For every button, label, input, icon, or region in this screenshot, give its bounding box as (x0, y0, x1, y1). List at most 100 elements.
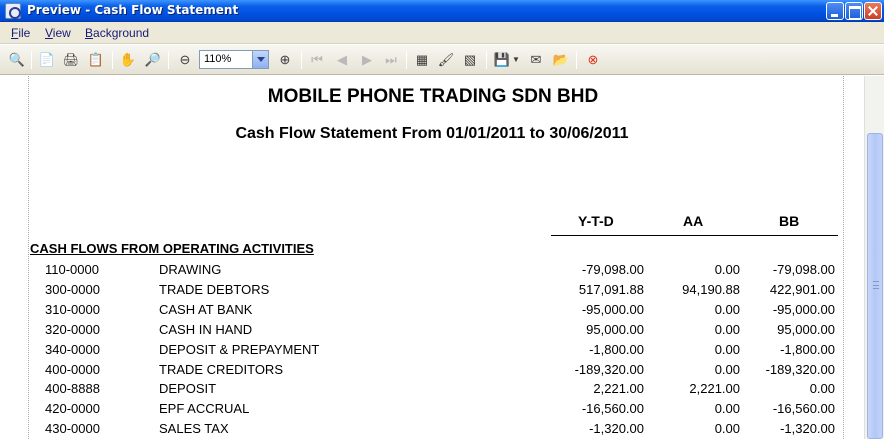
aa-value: 0.00 (714, 401, 740, 416)
bb-value: -1,320.00 (780, 421, 835, 436)
account-description: CASH AT BANK (159, 302, 253, 317)
table-row: 430-0000 SALES TAX -1,320.00 0.00 -1,320… (0, 421, 864, 439)
bb-value: -79,098.00 (772, 262, 835, 277)
bb-value: -16,560.00 (772, 401, 835, 416)
ytd-value: -16,560.00 (581, 401, 644, 416)
table-row: 300-0000 TRADE DEBTORS 517,091.88 94,190… (0, 282, 864, 302)
search-icon[interactable]: 🔍 (9, 52, 25, 68)
bb-value: -1,800.00 (780, 342, 835, 357)
bb-value: -189,320.00 (765, 362, 835, 377)
account-code: 400-0000 (45, 362, 100, 377)
previous-page-icon[interactable]: ◀ (334, 52, 350, 68)
last-page-icon[interactable]: ⏭ (383, 52, 399, 68)
aa-value: 0.00 (714, 262, 740, 277)
export-icon[interactable]: 💾 (494, 52, 510, 68)
toolbar-separator (31, 51, 32, 69)
account-description: DEPOSIT & PREPAYMENT (159, 342, 320, 357)
menu-view[interactable]: View (45, 26, 71, 40)
aa-value: 2,221.00 (689, 381, 740, 396)
aa-value: 0.00 (714, 322, 740, 337)
hand-tool-icon[interactable]: ✋ (120, 52, 136, 68)
background-icon[interactable]: ▧ (462, 52, 478, 68)
ytd-value: 517,091.88 (578, 282, 644, 297)
account-code: 400-8888 (45, 381, 100, 396)
aa-value: 0.00 (714, 342, 740, 357)
open-icon[interactable]: 📂 (553, 52, 569, 68)
scrollbar-grip-icon (873, 281, 879, 289)
column-header-aa: AA (683, 213, 704, 229)
account-code: 430-0000 (45, 421, 100, 436)
first-page-icon[interactable]: ⏮ (309, 52, 325, 68)
title-bar: Preview - Cash Flow Statement (0, 0, 884, 22)
print-setup-icon[interactable]: 📋 (88, 52, 104, 68)
chevron-down-icon[interactable]: ▼ (512, 52, 520, 68)
toolbar-separator (168, 51, 169, 69)
account-description: SALES TAX (159, 421, 229, 436)
zoom-value: 110% (204, 53, 232, 65)
account-code: 340-0000 (45, 342, 100, 357)
account-description: CASH IN HAND (159, 322, 253, 337)
account-code: 110-0000 (45, 262, 99, 277)
aa-value: 0.00 (714, 421, 740, 436)
bb-value: -95,000.00 (772, 302, 835, 317)
window-title: Preview - Cash Flow Statement (27, 3, 239, 17)
chevron-down-icon[interactable] (252, 51, 268, 68)
close-button[interactable] (864, 2, 882, 20)
ytd-value: -189,320.00 (574, 362, 644, 377)
app-icon (5, 3, 21, 19)
page-layout-icon[interactable]: ▦ (414, 52, 430, 68)
next-page-icon[interactable]: ▶ (359, 52, 375, 68)
account-code: 300-0000 (45, 282, 100, 297)
page-setup-icon[interactable]: 📄 (39, 52, 55, 68)
print-icon[interactable]: 🖨 (63, 52, 80, 68)
table-row: 420-0000 EPF ACCRUAL -16,560.00 0.00 -16… (0, 401, 864, 421)
company-name: MOBILE PHONE TRADING SDN BHD (267, 86, 599, 107)
ytd-value: -1,800.00 (589, 342, 644, 357)
aa-value: 0.00 (714, 302, 740, 317)
header-rule (551, 235, 838, 236)
scrollbar-thumb[interactable] (867, 133, 883, 439)
aa-value: 94,190.88 (682, 282, 740, 297)
aa-value: 0.00 (714, 362, 740, 377)
watermark-icon[interactable]: 🖌 (438, 52, 455, 68)
zoom-in-icon[interactable]: ⊕ (277, 52, 293, 68)
ytd-value: 95,000.00 (586, 322, 644, 337)
menu-background[interactable]: Background (85, 26, 149, 40)
minimize-button[interactable] (826, 2, 844, 20)
close-preview-icon[interactable]: ⊗ (585, 52, 601, 68)
vertical-scrollbar[interactable] (864, 76, 884, 439)
menu-file[interactable]: File (11, 26, 30, 40)
mail-icon[interactable]: ✉ (528, 52, 544, 68)
toolbar: 🔍 📄 🖨 📋 ✋ 🔎 ⊖ 110% ⊕ ⏮ ◀ ▶ ⏭ ▦ 🖌 ▧ 💾 ▼ ✉… (0, 45, 884, 75)
toolbar-separator (406, 51, 407, 69)
ytd-value: 2,221.00 (593, 381, 644, 396)
report-page: MOBILE PHONE TRADING SDN BHD Cash Flow S… (0, 76, 864, 439)
table-row: 400-8888 DEPOSIT 2,221.00 2,221.00 0.00 (0, 381, 864, 401)
table-row: 340-0000 DEPOSIT & PREPAYMENT -1,800.00 … (0, 342, 864, 362)
account-code: 420-0000 (45, 401, 100, 416)
zoom-out-icon[interactable]: ⊖ (177, 52, 193, 68)
toolbar-separator (486, 51, 487, 69)
bb-value: 95,000.00 (777, 322, 835, 337)
menu-bar: File View Background (0, 22, 884, 44)
maximize-button[interactable] (845, 2, 863, 20)
table-row: 320-0000 CASH IN HAND 95,000.00 0.00 95,… (0, 322, 864, 342)
toolbar-separator (576, 51, 577, 69)
toolbar-separator (301, 51, 302, 69)
zoom-select[interactable]: 110% (199, 50, 269, 69)
bb-value: 422,901.00 (769, 282, 835, 297)
column-header-ytd: Y-T-D (578, 213, 614, 229)
account-description: TRADE DEBTORS (159, 282, 270, 297)
column-header-bb: BB (779, 213, 800, 229)
toolbar-separator (112, 51, 113, 69)
ytd-value: -79,098.00 (581, 262, 644, 277)
account-description: DEPOSIT (159, 381, 217, 396)
account-code: 320-0000 (45, 322, 100, 337)
magnifier-icon[interactable]: 🔎 (145, 52, 161, 68)
table-row: 400-0000 TRADE CREDITORS -189,320.00 0.0… (0, 362, 864, 382)
section-title: CASH FLOWS FROM OPERATING ACTIVITIES (30, 241, 314, 256)
report-title: Cash Flow Statement From 01/01/2011 to 3… (235, 125, 629, 142)
account-description: TRADE CREDITORS (159, 362, 283, 377)
account-description: EPF ACCRUAL (159, 401, 250, 416)
ytd-value: -1,320.00 (589, 421, 644, 436)
